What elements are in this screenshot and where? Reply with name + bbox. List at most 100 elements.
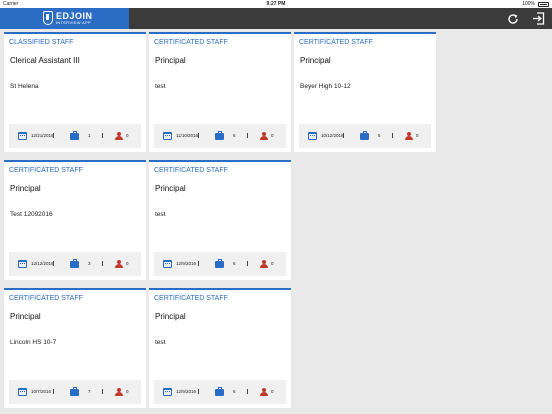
job-title: Principal (155, 56, 186, 65)
divider (53, 389, 54, 394)
job-meta-bar: 12/9/2016 6 0 (154, 380, 286, 404)
job-card[interactable]: CERTIFICATED STAFF Principal Test 120920… (4, 160, 146, 280)
job-title: Principal (155, 312, 186, 321)
calendar-icon (18, 260, 27, 268)
job-title: Principal (10, 312, 41, 321)
job-location: St Helena (10, 83, 39, 90)
person-icon (115, 388, 123, 396)
candidate-count: 0 (271, 133, 274, 138)
job-category: CERTIFICATED STAFF (299, 39, 373, 46)
candidate-count: 0 (126, 133, 129, 138)
job-card[interactable]: CERTIFICATED STAFF Principal test 12/9/2… (149, 288, 291, 408)
divider (198, 389, 199, 394)
briefcase-icon (360, 131, 369, 140)
briefcase-icon (215, 387, 224, 396)
job-count: 7 (88, 389, 91, 394)
job-title: Clerical Assistant III (10, 56, 80, 65)
logout-icon (533, 12, 545, 25)
battery-percent: 100% (522, 1, 535, 7)
job-date: 10/7/2016 (31, 389, 52, 394)
job-date: 12/9/2016 (176, 261, 197, 266)
briefcase-icon (70, 131, 79, 140)
candidate-count: 0 (271, 389, 274, 394)
person-icon (260, 388, 268, 396)
job-meta-bar: 11/10/2016 6 0 (154, 124, 286, 148)
logout-button[interactable] (531, 11, 546, 26)
job-meta-bar: 10/12/2016 5 0 (299, 124, 431, 148)
logo-subtitle: INTERVIEW APP (56, 20, 91, 25)
calendar-icon (163, 260, 172, 268)
divider (53, 261, 54, 266)
refresh-button[interactable] (505, 11, 520, 26)
status-bar: Carrier 9:27 PM 100% (0, 0, 552, 8)
job-count: 6 (233, 261, 236, 266)
calendar-icon (163, 132, 172, 140)
job-date: 11/10/2016 (176, 133, 199, 138)
job-location: test (155, 211, 166, 218)
job-location: test (155, 339, 166, 346)
job-category: CLASSIFIED STAFF (9, 39, 74, 46)
job-card[interactable]: CERTIFICATED STAFF Principal Lincoln HS … (4, 288, 146, 408)
divider (102, 389, 103, 394)
calendar-icon (163, 388, 172, 396)
divider (392, 133, 393, 138)
job-location: Lincoln HS 10-7 (10, 339, 57, 346)
job-meta-bar: 12/21/2016 1 0 (9, 124, 141, 148)
job-location: Beyer High 10-12 (300, 83, 351, 90)
job-location: test (155, 83, 166, 90)
shield-icon (43, 11, 53, 25)
candidate-count: 0 (416, 133, 419, 138)
job-meta-bar: 12/12/2016 3 0 (9, 252, 141, 276)
person-icon (260, 132, 268, 140)
battery-icon (538, 2, 549, 7)
job-count: 1 (88, 133, 91, 138)
calendar-icon (18, 388, 27, 396)
job-title: Principal (10, 184, 41, 193)
job-card[interactable]: CERTIFICATED STAFF Principal test 11/10/… (149, 32, 291, 152)
briefcase-icon (215, 131, 224, 140)
job-count: 5 (378, 133, 381, 138)
briefcase-icon (70, 259, 79, 268)
refresh-icon (507, 13, 518, 24)
job-meta-bar: 12/9/2016 6 0 (154, 252, 286, 276)
job-category: CERTIFICATED STAFF (154, 295, 228, 302)
app-logo: EDJOIN INTERVIEW APP (0, 8, 129, 29)
person-icon (115, 260, 123, 268)
briefcase-icon (70, 387, 79, 396)
candidate-count: 0 (126, 261, 129, 266)
divider (102, 261, 103, 266)
person-icon (260, 260, 268, 268)
briefcase-icon (215, 259, 224, 268)
divider (247, 389, 248, 394)
job-count: 3 (88, 261, 91, 266)
divider (247, 133, 248, 138)
job-category: CERTIFICATED STAFF (9, 167, 83, 174)
divider (343, 133, 344, 138)
job-date: 10/12/2016 (321, 133, 344, 138)
job-card[interactable]: CERTIFICATED STAFF Principal test 12/9/2… (149, 160, 291, 280)
calendar-icon (18, 132, 27, 140)
calendar-icon (308, 132, 317, 140)
job-date: 12/9/2016 (176, 389, 197, 394)
candidate-count: 0 (271, 261, 274, 266)
job-date: 12/21/2016 (31, 133, 54, 138)
job-count: 6 (233, 389, 236, 394)
job-meta-bar: 10/7/2016 7 0 (9, 380, 141, 404)
job-title: Principal (300, 56, 331, 65)
candidate-count: 0 (126, 389, 129, 394)
divider (102, 133, 103, 138)
app-bar: EDJOIN INTERVIEW APP (0, 8, 552, 29)
job-category: CERTIFICATED STAFF (154, 167, 228, 174)
job-card[interactable]: CERTIFICATED STAFF Principal Beyer High … (294, 32, 436, 152)
person-icon (405, 132, 413, 140)
job-category: CERTIFICATED STAFF (154, 39, 228, 46)
job-location: Test 12092016 (10, 211, 53, 218)
divider (198, 261, 199, 266)
job-title: Principal (155, 184, 186, 193)
divider (247, 261, 248, 266)
job-count: 6 (233, 133, 236, 138)
job-card[interactable]: CLASSIFIED STAFF Clerical Assistant III … (4, 32, 146, 152)
clock: 9:27 PM (266, 1, 286, 7)
divider (198, 133, 199, 138)
person-icon (115, 132, 123, 140)
